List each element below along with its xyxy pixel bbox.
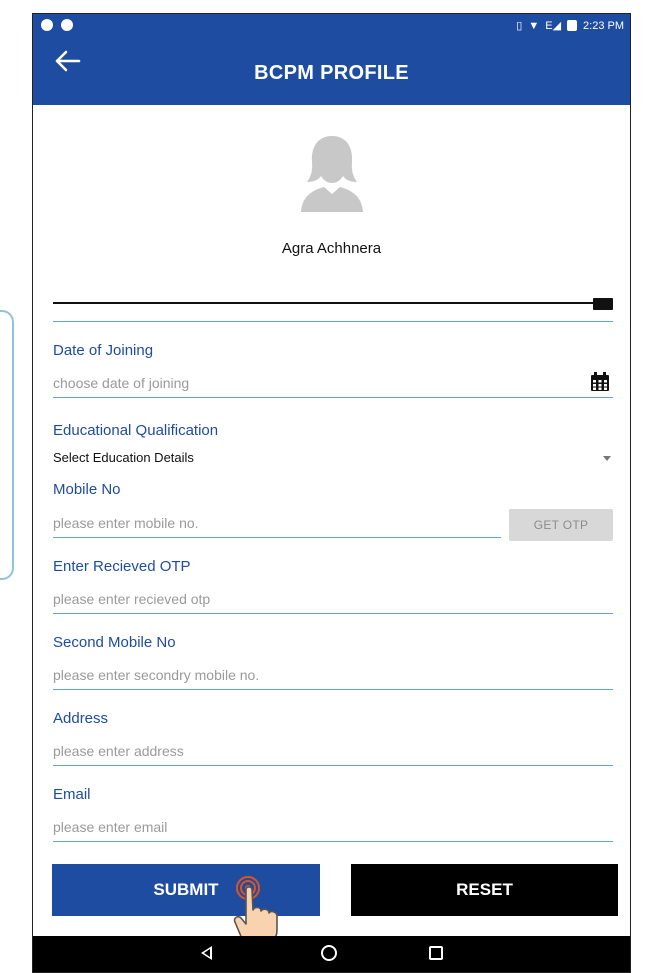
network-icon: E◢: [545, 20, 562, 32]
date-of-joining-input[interactable]: [53, 370, 613, 396]
app-bar: ▯ ▼ E◢ 2:23 PM BCPM PROFILE: [33, 14, 630, 105]
status-bar: ▯ ▼ E◢ 2:23 PM: [33, 14, 630, 38]
calendar-icon: [593, 298, 613, 310]
scrolled-field-remnant: [53, 298, 613, 322]
profile-name: Agra Achhnera: [281, 240, 382, 257]
battery-icon: [567, 20, 578, 31]
education-selected-value: Select Education Details: [53, 450, 194, 465]
address-input[interactable]: [53, 738, 613, 764]
callout-frame: [0, 310, 14, 580]
reset-button[interactable]: RESET: [351, 864, 618, 916]
nav-recents-icon[interactable]: [429, 946, 443, 960]
android-nav-bar: [33, 936, 630, 972]
android-notification-icon: [61, 19, 73, 31]
date-of-joining-label: Date of Joining: [53, 342, 154, 359]
vibrate-icon: ▯: [516, 20, 523, 32]
nav-back-icon[interactable]: [201, 946, 212, 960]
education-label: Educational Qualification: [53, 422, 219, 439]
nav-home-icon[interactable]: [321, 945, 337, 961]
app-notification-icon: [41, 19, 53, 31]
wifi-icon: ▼: [528, 19, 540, 32]
avatar-icon: [297, 132, 367, 212]
date-of-joining-field[interactable]: [53, 370, 613, 398]
get-otp-button[interactable]: GET OTP: [509, 509, 613, 541]
submit-button[interactable]: SUBMIT: [52, 864, 320, 916]
page-title: BCPM PROFILE: [254, 62, 409, 84]
email-input[interactable]: [53, 814, 613, 840]
second-mobile-label: Second Mobile No: [53, 634, 176, 651]
phone-screen: ▯ ▼ E◢ 2:23 PM BCPM PROFILE Agra Achhner…: [33, 14, 630, 972]
mobile-input[interactable]: [53, 510, 501, 536]
mobile-label: Mobile No: [53, 481, 121, 498]
address-field[interactable]: [53, 738, 613, 766]
second-mobile-field[interactable]: [53, 662, 613, 690]
otp-label: Enter Recieved OTP: [53, 558, 191, 575]
otp-field[interactable]: [53, 586, 613, 614]
address-label: Address: [53, 710, 109, 727]
calendar-icon[interactable]: [589, 371, 611, 393]
mobile-field[interactable]: [53, 510, 501, 538]
email-field[interactable]: [53, 814, 613, 842]
email-label: Email: [53, 786, 91, 803]
education-select[interactable]: Select Education Details: [53, 450, 613, 472]
status-time: 2:23 PM: [583, 19, 624, 32]
otp-input[interactable]: [53, 586, 613, 612]
dropdown-arrow-icon: [603, 456, 611, 461]
second-mobile-input[interactable]: [53, 662, 613, 688]
